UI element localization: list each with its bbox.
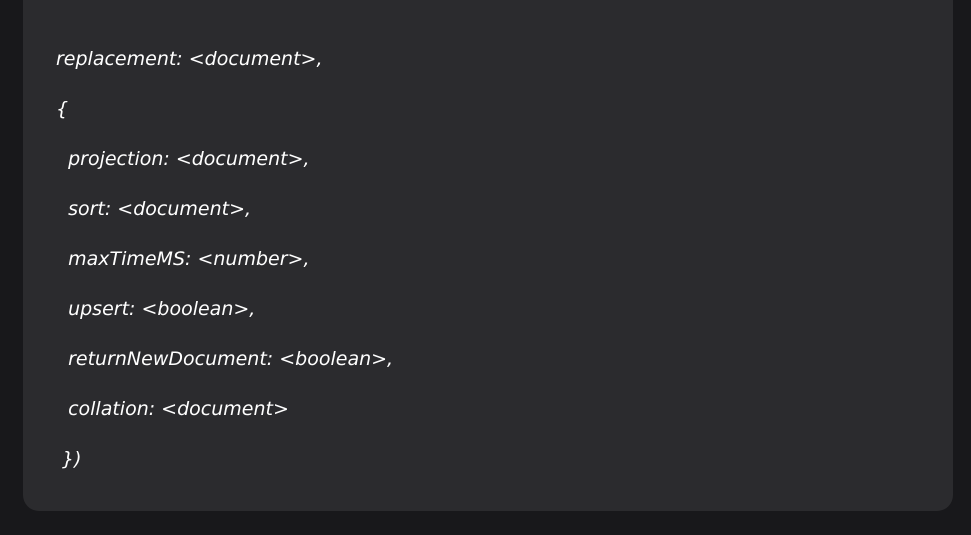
code-line-replacement: replacement: <document>, xyxy=(56,48,323,70)
code-line-sort: sort: <document>, xyxy=(56,198,252,220)
code-line-upsert: upsert: <boolean>, xyxy=(56,298,256,320)
code-line-collation: collation: <document> xyxy=(56,398,289,420)
code-line-projection: projection: <document>, xyxy=(56,148,310,170)
code-line-open-brace: { xyxy=(56,98,69,120)
code-lines: replacement: <document>, { projection: <… xyxy=(56,49,393,499)
code-line-returnnewdocument: returnNewDocument: <boolean>, xyxy=(56,348,394,370)
code-line-close: }) xyxy=(56,448,82,470)
code-block: replacement: <document>, { projection: <… xyxy=(23,0,953,511)
code-line-maxtimems: maxTimeMS: <number>, xyxy=(56,248,310,270)
